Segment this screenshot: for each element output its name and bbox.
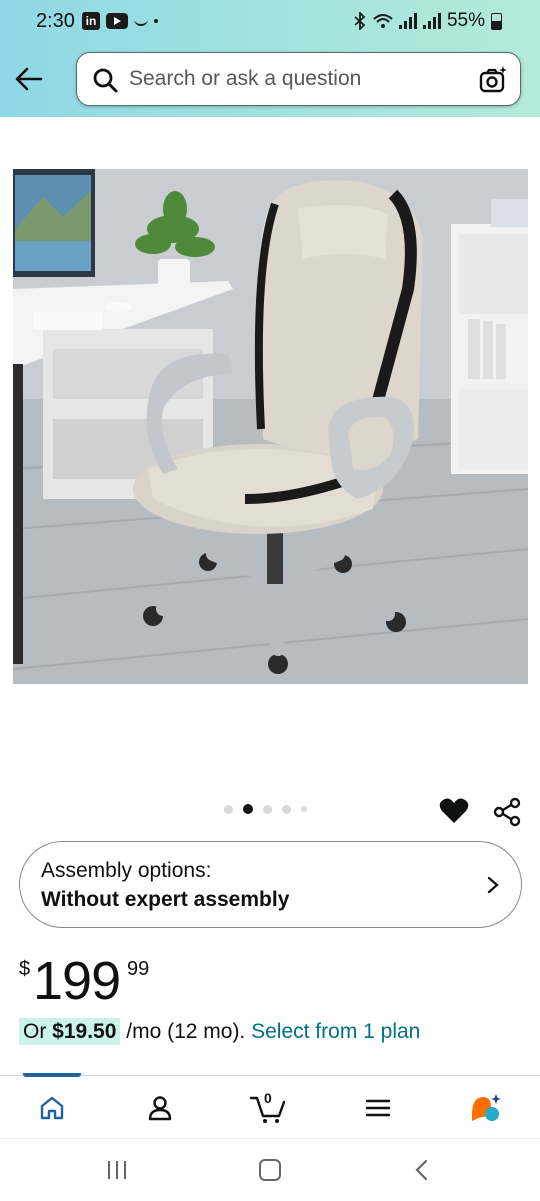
top-bar: 2:30 in 55% Search or ask a question [0,0,540,117]
nav-menu[interactable] [358,1088,398,1128]
nav-cart[interactable]: 0 [248,1088,288,1128]
status-time: 2:30 [36,10,75,32]
youtube-icon [106,13,128,29]
back-arrow-icon[interactable] [14,66,44,92]
wishlist-heart-icon[interactable] [439,797,469,825]
office-chair-image [13,169,528,684]
system-navigation-bar [0,1138,540,1201]
signal-icon-2 [422,13,441,29]
select-plan-link[interactable]: Select from 1 plan [251,1020,420,1043]
monthly-highlight: Or $19.50 [19,1018,121,1045]
chevron-right-icon [487,876,499,894]
monthly-payment-offer: Or $19.50 /mo (12 mo). Select from 1 pla… [19,1018,420,1045]
monthly-amount: $19.50 [52,1020,117,1043]
assembly-options-label: Assembly options: [41,859,212,882]
bluetooth-icon [354,12,366,30]
search-icon [93,68,118,93]
carousel-dot[interactable] [224,804,233,814]
share-icon[interactable] [492,797,522,827]
account-icon [148,1096,172,1121]
assembly-options-selector[interactable]: Assembly options: Without expert assembl… [19,841,522,928]
menu-icon [365,1099,391,1117]
carousel-dot-active[interactable] [243,804,253,814]
battery-percent: 55% [446,10,485,31]
search-input[interactable]: Search or ask a question [129,67,361,91]
active-tab-indicator [23,1073,81,1077]
monthly-terms: /mo (12 mo). [120,1020,252,1043]
status-bar: 2:30 in 55% [0,0,540,44]
rufus-assistant-icon [472,1094,501,1121]
more-notifications-icon [154,19,158,23]
camera-search-icon[interactable] [478,65,508,95]
home-icon [40,1096,64,1120]
carousel-dot[interactable] [301,806,307,812]
search-bar[interactable]: Search or ask a question [76,52,521,106]
battery-icon [491,12,502,30]
nav-rufus[interactable] [466,1088,506,1128]
nav-home[interactable] [32,1088,72,1128]
notification-icons: in [82,12,158,30]
product-image[interactable] [13,169,528,684]
system-home-icon[interactable] [259,1159,281,1181]
cart-count-badge: 0 [264,1090,272,1106]
system-back-icon[interactable] [412,1159,432,1181]
carousel-dot[interactable] [263,804,272,814]
signal-icon [398,13,417,29]
monthly-prefix: Or [23,1020,53,1043]
assembly-options-value: Without expert assembly [41,888,290,911]
recent-apps-icon[interactable] [108,1161,126,1179]
price-whole: 199 [33,951,121,1011]
image-carousel-dots[interactable] [224,804,307,814]
linkedin-icon: in [82,12,100,30]
amazon-notification-icon [134,17,148,26]
price-fraction: 99 [127,958,150,980]
bottom-navigation: 0 [0,1073,540,1138]
price-currency-symbol: $ [19,958,31,980]
wifi-icon [373,14,393,28]
status-indicators: 55% [353,10,502,32]
nav-account[interactable] [140,1088,180,1128]
carousel-dot[interactable] [282,804,291,814]
